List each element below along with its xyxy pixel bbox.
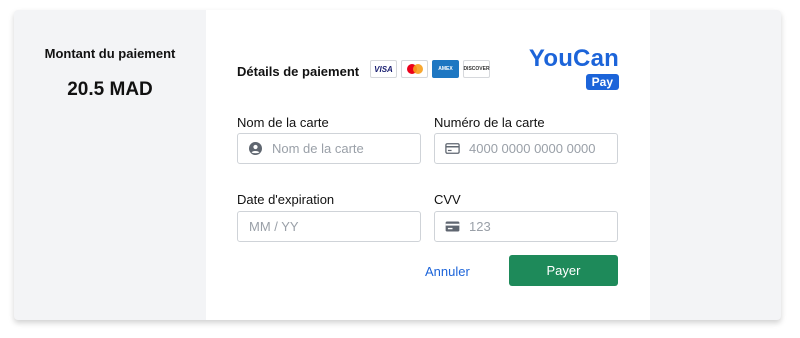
discover-logo: DISCOVER: [463, 60, 490, 78]
visa-logo: VISA: [370, 60, 397, 78]
expiry-input[interactable]: [238, 219, 408, 234]
cvv-label: CVV: [434, 192, 461, 207]
card-name-input[interactable]: [272, 141, 412, 156]
cvv-field[interactable]: [434, 211, 618, 242]
pay-button[interactable]: Payer: [509, 255, 618, 286]
mastercard-logo: [401, 60, 428, 78]
form-title: Détails de paiement: [237, 64, 360, 79]
card-name-field[interactable]: [237, 133, 421, 164]
card-number-field[interactable]: [434, 133, 618, 164]
expiry-field[interactable]: [237, 211, 421, 242]
payment-summary: Montant du paiement 20.5 MAD: [14, 10, 206, 320]
brand-pay-badge: Pay: [585, 74, 619, 90]
card-number-label: Numéro de la carte: [434, 115, 545, 130]
user-circle-icon: [238, 142, 272, 155]
card-name-label: Nom de la carte: [237, 115, 329, 130]
card-cvv-icon: [435, 221, 469, 232]
youcan-pay-logo: YouCan Pay: [515, 46, 619, 91]
card-logos: VISA AMEX DISCOVER: [370, 60, 490, 78]
cancel-button[interactable]: Annuler: [425, 264, 470, 279]
cvv-input[interactable]: [469, 219, 609, 234]
amount-label: Montant du paiement: [44, 46, 176, 61]
expiry-label: Date d'expiration: [237, 192, 335, 207]
brand-name: YouCan: [528, 45, 619, 72]
credit-card-icon: [435, 143, 469, 154]
amex-logo: AMEX: [432, 60, 459, 78]
card-number-input[interactable]: [469, 141, 609, 156]
payment-form: Détails de paiement VISA AMEX DISCOVER Y…: [206, 10, 650, 320]
amount-value: 20.5 MAD: [67, 79, 153, 100]
